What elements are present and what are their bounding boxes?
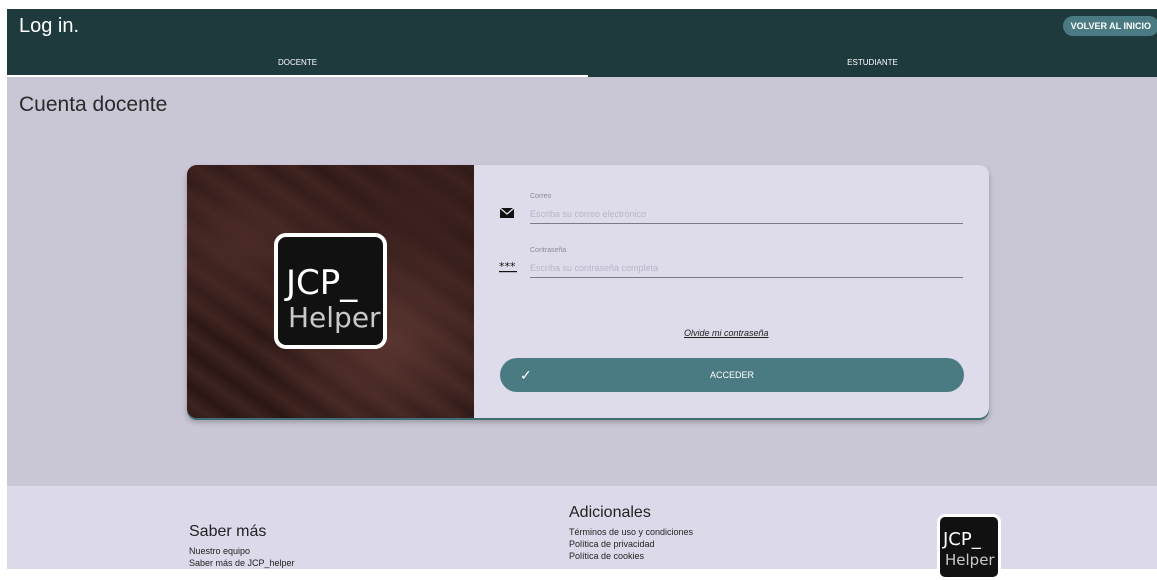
email-input[interactable] <box>530 205 963 224</box>
footer-link-cookies[interactable]: Política de cookies <box>569 550 693 562</box>
password-input[interactable] <box>530 259 963 278</box>
footer-link-saber-mas[interactable]: Saber más de JCP_helper <box>189 557 295 569</box>
forgot-password-link[interactable]: Olvide mi contraseña <box>684 328 769 338</box>
submit-label: ACCEDER <box>709 370 754 380</box>
page-header-title: Log in. <box>19 15 80 37</box>
footer-link-terminos[interactable]: Términos de uso y condiciones <box>569 526 693 538</box>
email-field-group: Correo <box>500 193 963 229</box>
footer-logo-line-2: Helper <box>945 551 995 569</box>
logo-line-2: Helper <box>288 301 381 334</box>
page-title: Cuenta docente <box>19 93 168 116</box>
footer-link-privacidad[interactable]: Política de privacidad <box>569 538 693 550</box>
footer-adicionales: Adicionales Términos de uso y condicione… <box>569 504 693 562</box>
footer-adicionales-heading: Adicionales <box>569 504 651 521</box>
password-dots-icon: *** <box>499 261 517 273</box>
footer-logo-line-1: JCP_ <box>943 529 981 550</box>
fabric-background-image: JCP_ Helper <box>187 165 474 418</box>
top-bar: Log in. VOLVER AL INICIO DOCENTE ESTUDIA… <box>7 9 1157 77</box>
back-to-home-button[interactable]: VOLVER AL INICIO <box>1062 16 1157 36</box>
login-card: JCP_ Helper Correo *** Contraseña <box>187 165 989 418</box>
password-label: Contraseña <box>530 247 567 254</box>
jcp-helper-logo: JCP_ Helper <box>274 233 387 349</box>
footer-saber-mas-heading: Saber más <box>189 523 267 540</box>
envelope-icon <box>500 207 514 218</box>
login-submit-button[interactable]: ✓ ACCEDER <box>500 358 964 392</box>
footer: Saber más Nuestro equipo Saber más de JC… <box>7 486 1157 580</box>
password-field-group: *** Contraseña <box>499 247 963 283</box>
footer-link-equipo[interactable]: Nuestro equipo <box>189 545 295 557</box>
tab-docente[interactable]: DOCENTE <box>7 57 588 77</box>
tab-estudiante[interactable]: ESTUDIANTE <box>588 57 1157 77</box>
login-form: Correo *** Contraseña Olvide mi contrase… <box>474 165 989 418</box>
main-content: Cuenta docente JCP_ Helper Correo *** <box>7 77 1157 486</box>
logo-line-1: JCP_ <box>286 263 358 303</box>
footer-logo: JCP_ Helper <box>937 514 1001 580</box>
email-label: Correo <box>530 193 552 200</box>
footer-saber-mas: Saber más Nuestro equipo Saber más de JC… <box>189 523 295 569</box>
